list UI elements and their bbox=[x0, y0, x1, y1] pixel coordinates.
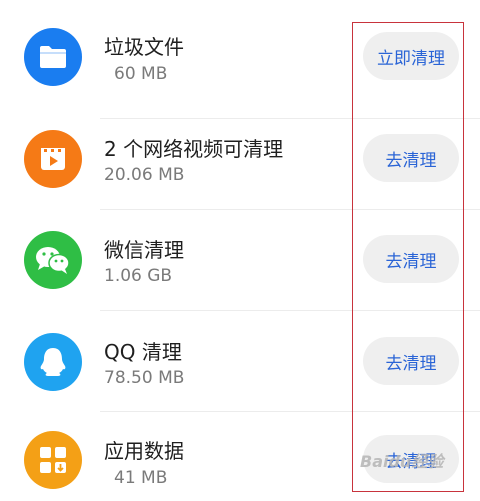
clean-now-button[interactable]: 立即清理 bbox=[363, 32, 459, 80]
go-clean-button[interactable]: 去清理 bbox=[363, 134, 459, 182]
item-size: 41 MB bbox=[114, 468, 168, 488]
qq-icon bbox=[24, 333, 82, 391]
list-item-network-videos[interactable]: 2 个网络视频可清理 20.06 MB 去清理 bbox=[0, 102, 480, 202]
watermark: Baidu经验 bbox=[360, 452, 444, 471]
item-size: 78.50 MB bbox=[104, 368, 185, 388]
item-title: 应用数据 bbox=[104, 439, 184, 463]
wechat-icon bbox=[24, 231, 82, 289]
list-item-qq[interactable]: QQ 清理 78.50 MB 去清理 bbox=[0, 305, 480, 405]
list-item-wechat[interactable]: 微信清理 1.06 GB 去清理 bbox=[0, 203, 480, 303]
item-title: 2 个网络视频可清理 bbox=[104, 137, 284, 161]
item-title: 垃圾文件 bbox=[104, 35, 184, 59]
item-size: 20.06 MB bbox=[104, 165, 185, 185]
app-grid-icon bbox=[24, 431, 82, 489]
item-title: QQ 清理 bbox=[104, 340, 182, 364]
item-title: 微信清理 bbox=[104, 238, 184, 262]
folder-icon bbox=[24, 28, 82, 86]
go-clean-button[interactable]: 去清理 bbox=[363, 235, 459, 283]
cleanup-list-page: 垃圾文件 60 MB 立即清理 2 个网络视频可清理 20.06 MB 去清理 bbox=[0, 0, 480, 501]
item-size: 60 MB bbox=[114, 64, 168, 84]
list-item-junk-files[interactable]: 垃圾文件 60 MB 立即清理 bbox=[0, 0, 480, 100]
go-clean-button[interactable]: 去清理 bbox=[363, 337, 459, 385]
video-icon bbox=[24, 130, 82, 188]
item-size: 1.06 GB bbox=[104, 266, 173, 286]
